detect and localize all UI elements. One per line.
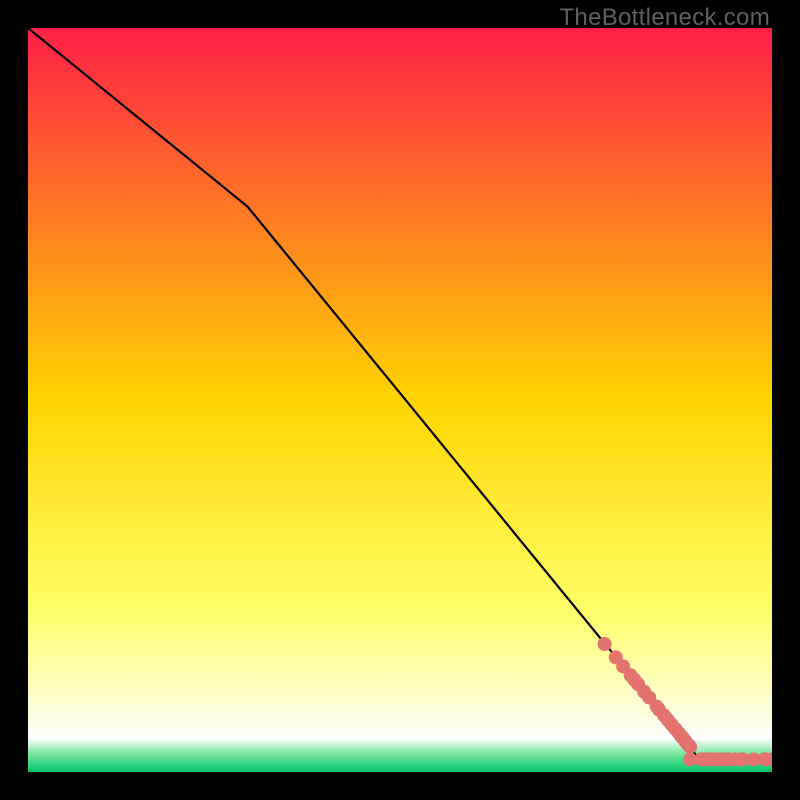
chart-frame: TheBottleneck.com (0, 0, 800, 800)
plot-background (28, 28, 772, 772)
point-points-upper-cluster (683, 740, 697, 754)
chart-plot (28, 28, 772, 772)
point-points-upper-cluster (598, 637, 612, 651)
